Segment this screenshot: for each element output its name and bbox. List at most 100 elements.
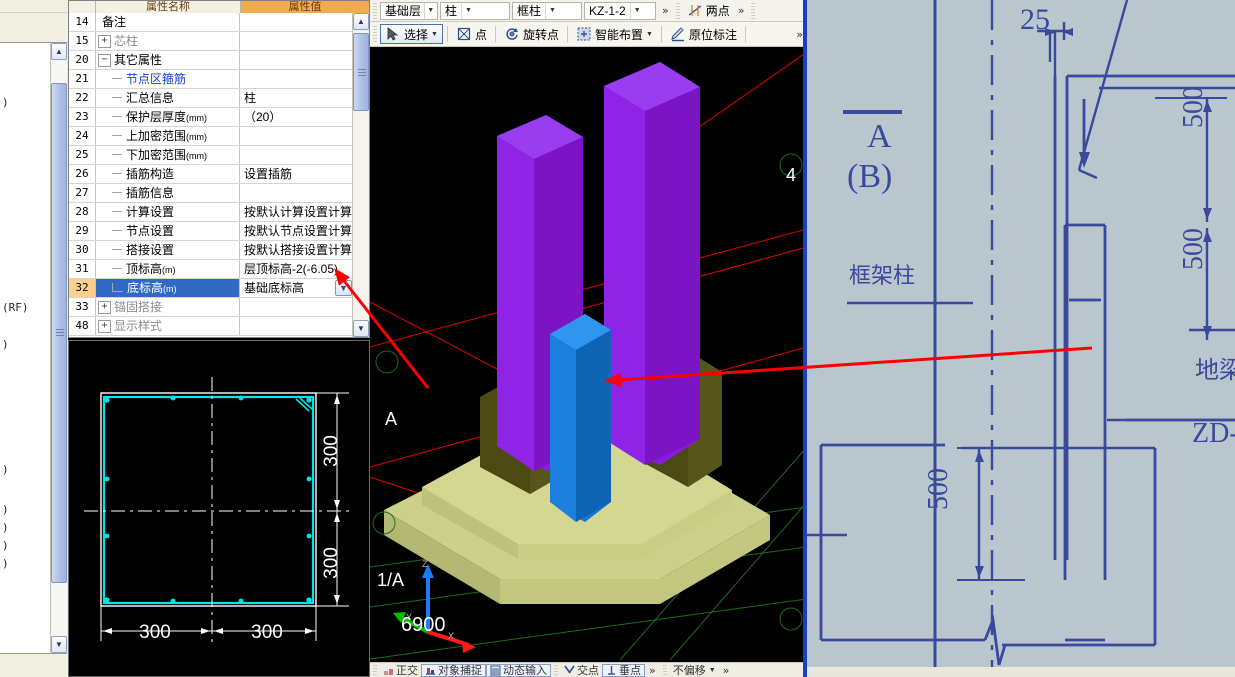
smart-layout-tool[interactable]: 智能布置 ▼	[572, 24, 657, 44]
viewport-statusbar[interactable]: 正交 对象捕捉 动态输入 交点 垂点 » 不偏移 ▼ »	[370, 662, 807, 677]
property-row[interactable]: 23 保护层厚度(mm) （20）	[69, 108, 353, 127]
expand-icon[interactable]: +	[98, 301, 111, 315]
select-tool[interactable]: 选择 ▼	[380, 24, 443, 44]
property-value-cell[interactable]: 按默认节点设置计算	[240, 222, 353, 240]
scroll-up-button[interactable]: ▲	[51, 43, 67, 60]
property-row[interactable]: 30 搭接设置 按默认搭接设置计算	[69, 241, 353, 260]
property-row[interactable]: 33 + 锚固搭接	[69, 298, 353, 317]
osnap-toggle[interactable]: 对象捕捉	[421, 663, 486, 677]
statusbar-grip-icon-2[interactable]	[662, 663, 667, 677]
property-name-cell[interactable]: 备注	[96, 13, 240, 31]
property-name-cell[interactable]: 下加密范围(mm)	[96, 146, 240, 164]
property-row[interactable]: 15 + 芯柱	[69, 32, 353, 51]
property-value-cell[interactable]	[240, 298, 353, 316]
property-row[interactable]: 22 汇总信息 柱	[69, 89, 353, 108]
property-name-cell[interactable]: 插筋信息	[96, 184, 240, 202]
toolbar-grip-icon[interactable]	[373, 2, 377, 19]
property-row[interactable]: 25 下加密范围(mm)	[69, 146, 353, 165]
scrollbar-thumb[interactable]	[51, 83, 67, 583]
3d-viewport-panel[interactable]: 基础层 ▼ 柱 ▼ 框柱 ▼ KZ-1-2 ▼ » 两点 » 选择 ▼ 点旋转点 智能布置 ▼ 原位标注	[370, 0, 807, 677]
property-value-cell[interactable]: 层顶标高-2(-6.05)	[240, 260, 353, 278]
property-name-cell[interactable]: 上加密范围(mm)	[96, 127, 240, 145]
property-row[interactable]: 26 插筋构造 设置插筋	[69, 165, 353, 184]
offset-mode-button[interactable]: 不偏移 ▼	[670, 664, 719, 677]
grid-scroll-down-button[interactable]: ▼	[353, 320, 369, 337]
property-value-cell[interactable]: 按默认计算设置计算	[240, 203, 353, 221]
chevron-down-icon[interactable]: ▼	[545, 2, 559, 19]
property-name-cell[interactable]: + 显示样式	[96, 317, 240, 335]
toolbar-overflow-1[interactable]: »	[658, 4, 673, 17]
3d-scene-canvas[interactable]: Z Y X 4A1/A3 6900	[370, 47, 807, 660]
property-value-cell[interactable]	[240, 146, 353, 164]
property-value-cell[interactable]: 基础底标高 ▼	[240, 279, 353, 297]
property-row[interactable]: 14 备注	[69, 13, 353, 32]
tools-grip-icon[interactable]	[373, 26, 377, 42]
property-row[interactable]: 48 + 显示样式	[69, 317, 353, 336]
expand-icon[interactable]: +	[98, 35, 111, 49]
value-dropdown-button[interactable]: ▼	[335, 280, 352, 296]
chevron-down-icon[interactable]: ▼	[461, 2, 475, 19]
left-panel-scrollbar[interactable]: ▲ ▼	[50, 43, 67, 653]
statusbar-overflow-2[interactable]: »	[719, 664, 734, 677]
statusbar-overflow-1[interactable]: »	[645, 664, 660, 677]
statusbar-grip-icon[interactable]	[373, 663, 377, 677]
point-tool[interactable]: 点	[452, 24, 491, 44]
property-name-cell[interactable]: − 其它属性	[96, 51, 240, 69]
property-name-cell[interactable]: 汇总信息	[96, 89, 240, 107]
property-name-cell[interactable]: 计算设置	[96, 203, 240, 221]
property-name-cell[interactable]: 底标高(m)	[96, 279, 240, 297]
property-value-cell[interactable]: （20）	[240, 108, 353, 126]
property-name-cell[interactable]: + 芯柱	[96, 32, 240, 50]
property-row[interactable]: 20− 其它属性	[69, 51, 353, 70]
property-name-cell[interactable]: 节点区箍筋	[96, 70, 240, 88]
property-row[interactable]: 32 底标高(m) 基础底标高 ▼	[69, 279, 353, 298]
property-value-cell[interactable]	[240, 32, 353, 50]
property-value-cell[interactable]	[240, 127, 353, 145]
property-value-cell[interactable]	[240, 13, 353, 31]
property-row[interactable]: 27 插筋信息	[69, 184, 353, 203]
chevron-down-icon[interactable]: ▼	[709, 667, 716, 674]
property-name-cell[interactable]: 顶标高(m)	[96, 260, 240, 278]
property-name-cell[interactable]: 保护层厚度(mm)	[96, 108, 240, 126]
dyninput-toggle[interactable]: 动态输入	[486, 663, 551, 677]
toolbar-overflow-2[interactable]: »	[734, 4, 749, 17]
property-row[interactable]: 29 节点设置 按默认节点设置计算	[69, 222, 353, 241]
statusbar-group-grip-icon[interactable]	[554, 663, 558, 677]
category-selector[interactable]: 柱 ▼	[440, 1, 510, 20]
property-grid-rows[interactable]: 14 备注 15 + 芯柱 20− 其它属性 21 节点区箍筋 22 汇总信息柱 23 保护层厚度(mm…	[69, 13, 353, 337]
property-row[interactable]: 28 计算设置 按默认计算设置计算	[69, 203, 353, 222]
toolbar-row-selectors[interactable]: 基础层 ▼ 柱 ▼ 框柱 ▼ KZ-1-2 ▼ » 两点 »	[370, 0, 807, 22]
rotate-point-tool[interactable]: 旋转点	[500, 24, 563, 44]
collapse-icon[interactable]: −	[98, 54, 111, 68]
column-section-view[interactable]: 300 300 300 300	[68, 340, 370, 677]
property-value-cell[interactable]: 柱	[240, 89, 353, 107]
property-row[interactable]: 21 节点区箍筋	[69, 70, 353, 89]
toolbar-row-tools[interactable]: 选择 ▼ 点旋转点 智能布置 ▼ 原位标注 »	[370, 22, 807, 47]
toolbar-grip-icon-2[interactable]	[675, 2, 680, 19]
chevron-down-icon[interactable]: ▼	[646, 31, 653, 38]
chevron-down-icon[interactable]: ▼	[423, 2, 437, 19]
toolbar-grip-icon-3[interactable]	[751, 2, 756, 19]
property-name-cell[interactable]: + 锚固搭接	[96, 298, 240, 316]
blueprint-scan-panel[interactable]: A (B) 框架柱 25 500 500 500 地梁 ZD-	[807, 0, 1235, 677]
property-value-cell[interactable]	[240, 184, 353, 202]
property-grid[interactable]: 属性名称 属性值 14 备注 15 + 芯柱 20− 其它属性 21 节点区箍筋 22 汇总信息柱 2…	[68, 0, 370, 338]
type-selector[interactable]: 框柱 ▼	[512, 1, 582, 20]
chevron-down-icon[interactable]: ▼	[629, 2, 644, 19]
property-grid-scrollbar[interactable]: ▲ ▼	[352, 13, 369, 337]
ortho-toggle[interactable]: 正交	[380, 664, 421, 677]
grid-scrollbar-thumb[interactable]	[353, 33, 369, 111]
property-row[interactable]: 24 上加密范围(mm)	[69, 127, 353, 146]
grid-scroll-up-button[interactable]: ▲	[353, 13, 369, 30]
member-selector[interactable]: KZ-1-2 ▼	[584, 1, 656, 20]
property-value-cell[interactable]	[240, 51, 353, 69]
property-value-cell[interactable]: 按默认搭接设置计算	[240, 241, 353, 259]
property-name-cell[interactable]: 搭接设置	[96, 241, 240, 259]
perpendicular-snap[interactable]: 垂点	[602, 663, 645, 677]
floor-selector[interactable]: 基础层 ▼	[380, 1, 438, 20]
property-name-cell[interactable]: 节点设置	[96, 222, 240, 240]
property-row[interactable]: 31 顶标高(m) 层顶标高-2(-6.05)	[69, 260, 353, 279]
two-point-button[interactable]: 两点	[683, 1, 734, 21]
scroll-down-button[interactable]: ▼	[51, 636, 67, 653]
property-name-cell[interactable]: 插筋构造	[96, 165, 240, 183]
